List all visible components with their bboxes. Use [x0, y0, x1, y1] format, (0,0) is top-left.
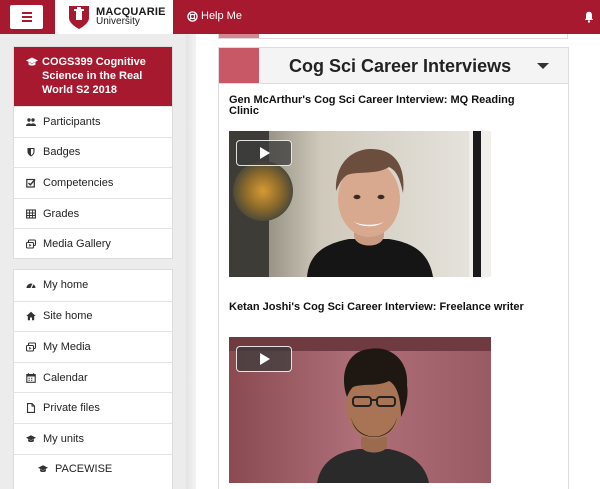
shield-icon	[27, 148, 35, 157]
help-me-label: Help Me	[201, 10, 242, 22]
nav-item-label: Calendar	[43, 371, 88, 384]
graduation-cap-icon	[26, 435, 36, 442]
file-icon	[26, 403, 36, 414]
university-crest-icon	[69, 6, 89, 29]
top-navbar: MACQUARIE University Help Me	[0, 0, 600, 34]
graduation-cap-icon	[26, 57, 38, 66]
media-icon	[26, 239, 36, 249]
users-icon	[26, 118, 36, 126]
nav-item-label: PACEWISE	[55, 463, 113, 476]
section-header[interactable]: Cog Sci Career Interviews	[219, 48, 568, 84]
nav-item-my-home[interactable]: My home	[14, 270, 172, 301]
table-icon	[26, 209, 36, 219]
video-title: Gen McArthur's Cog Sci Career Interview:…	[229, 94, 515, 117]
help-me-link[interactable]: Help Me	[187, 10, 242, 22]
play-icon	[260, 353, 270, 365]
navigation-drawer: COGS399 Cognitive Science in the Real Wo…	[0, 34, 186, 489]
nav-item-grades[interactable]: Grades	[14, 197, 172, 229]
course-title: COGS399 Cognitive Science in the Real Wo…	[42, 56, 146, 96]
nav-item-label: My units	[43, 432, 84, 445]
nav-item-site-home[interactable]: Site home	[14, 300, 172, 332]
nav-item-participants[interactable]: Participants	[14, 106, 172, 137]
nav-item-label: My home	[43, 279, 89, 292]
video-player[interactable]	[229, 337, 491, 483]
nav-item-label: Site home	[43, 310, 93, 323]
drawer-shadow	[186, 34, 196, 489]
play-button[interactable]	[236, 140, 292, 166]
life-ring-icon	[187, 10, 198, 22]
nav-item-private-files[interactable]: Private files	[14, 392, 172, 423]
nav-item-competencies[interactable]: Competencies	[14, 167, 172, 198]
nav-item-calendar[interactable]: Calendar	[14, 361, 172, 393]
play-icon	[260, 147, 270, 159]
menu-toggle-button[interactable]	[10, 5, 43, 29]
nav-item-label: Private files	[43, 402, 100, 415]
course-nav-panel: COGS399 Cognitive Science in the Real Wo…	[13, 46, 173, 259]
section-color-block	[219, 48, 259, 83]
nav-item-my-media[interactable]: My Media	[14, 331, 172, 362]
dashboard-icon	[26, 283, 36, 289]
nav-item-label: Participants	[43, 115, 101, 128]
nav-item-label: Grades	[43, 207, 80, 220]
home-icon	[26, 312, 36, 321]
site-nav-panel: My home Site home My Media Calendar Priv…	[13, 269, 173, 489]
video-player[interactable]	[229, 131, 491, 277]
play-button[interactable]	[236, 346, 292, 372]
nav-item-label: Media Gallery	[43, 238, 111, 251]
previous-section-bottom	[218, 34, 568, 39]
graduation-cap-icon	[38, 465, 48, 473]
nav-item-label: Badges	[43, 146, 81, 159]
site-logo[interactable]: MACQUARIE University	[55, 0, 173, 34]
nav-item-label: Competencies	[43, 176, 114, 189]
nav-item-my-units[interactable]: My units	[14, 422, 172, 454]
course-section: Cog Sci Career Interviews Gen McArthur's…	[218, 47, 569, 489]
video-title: Ketan Joshi's Cog Sci Career Interview: …	[229, 301, 524, 313]
hamburger-icon	[21, 12, 32, 14]
nav-item-badges[interactable]: Badges	[14, 136, 172, 168]
checkbox-icon	[26, 178, 36, 188]
bell-icon[interactable]	[584, 11, 594, 23]
nav-item-pacewise[interactable]: PACEWISE	[14, 453, 172, 485]
section-title: Cog Sci Career Interviews	[289, 56, 512, 76]
nav-item-label: My Media	[43, 340, 91, 353]
media-icon	[26, 342, 36, 352]
chevron-down-icon[interactable]	[537, 63, 549, 69]
logo-wordmark-line2: University	[96, 16, 140, 27]
main-content: Cog Sci Career Interviews Gen McArthur's…	[196, 34, 600, 489]
calendar-icon	[26, 372, 36, 383]
nav-item-media-gallery[interactable]: Media Gallery	[14, 228, 172, 259]
course-title-link[interactable]: COGS399 Cognitive Science in the Real Wo…	[14, 47, 172, 106]
